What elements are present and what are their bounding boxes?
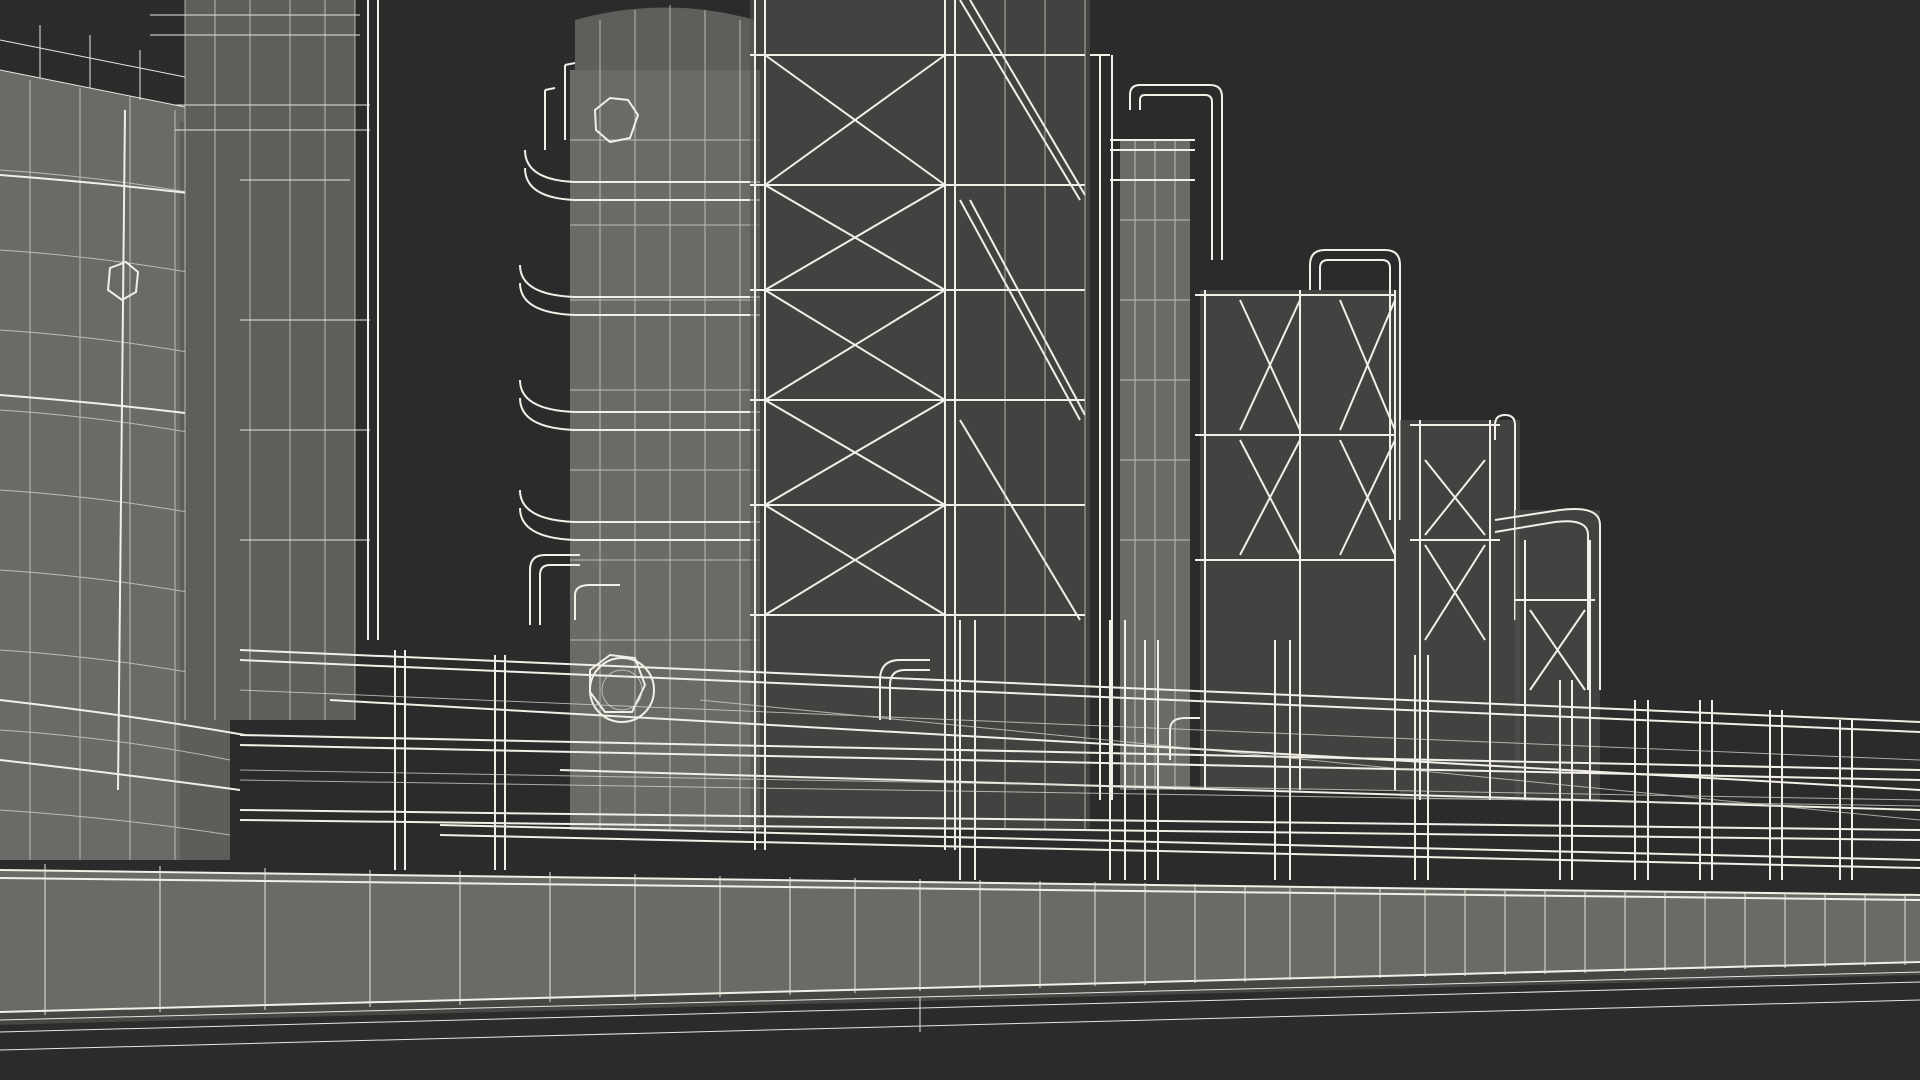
lattice-tower-center	[750, 0, 1090, 850]
refinery-wireframe-scene	[0, 0, 1920, 1080]
